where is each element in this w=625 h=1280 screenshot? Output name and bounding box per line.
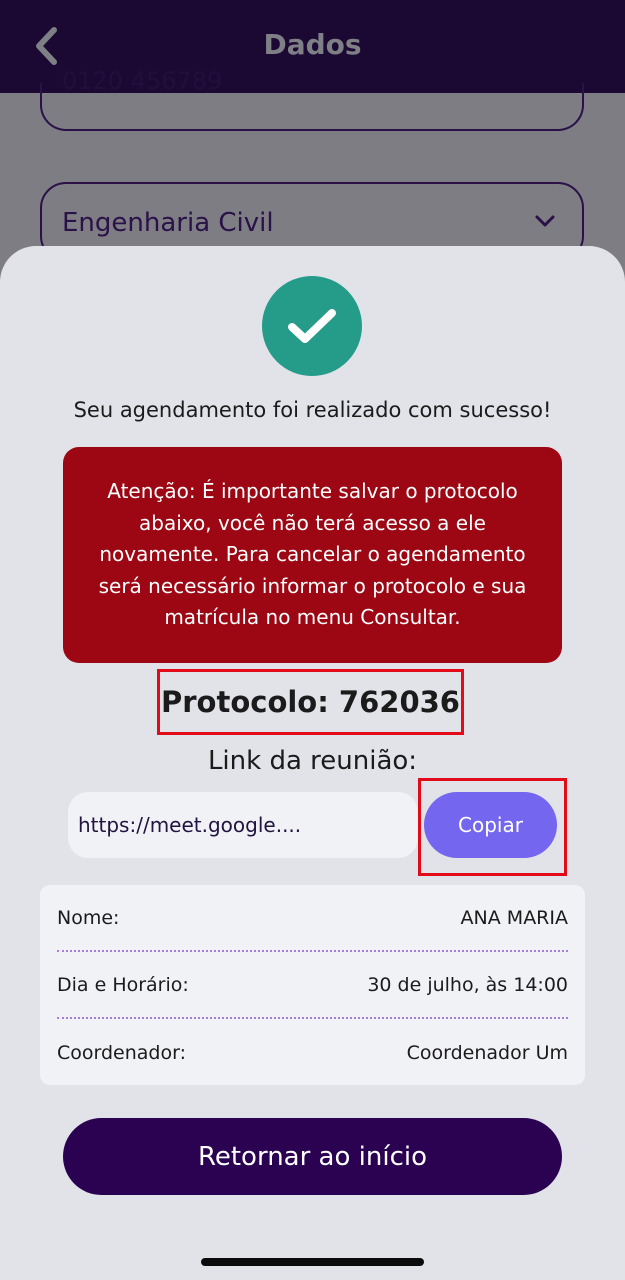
detail-row-datetime: Dia e Horário: 30 de julho, às 14:00 [57, 952, 568, 1019]
protocol-highlight: Protocolo: 762036 [157, 669, 464, 735]
return-home-label: Retornar ao início [197, 1141, 428, 1172]
protocol-number: Protocolo: 762036 [160, 685, 460, 719]
phone-field: 0120 456789 [40, 67, 584, 131]
return-home-button[interactable]: Retornar ao início [63, 1118, 562, 1195]
detail-label: Dia e Horário: [57, 973, 189, 996]
detail-row-name: Nome: ANA MARIA [57, 885, 568, 952]
success-bottom-sheet: Seu agendamento foi realizado com sucess… [0, 246, 625, 1280]
check-icon [288, 309, 336, 343]
copy-link-button[interactable]: Copiar [424, 792, 557, 858]
phone-field-value: 0120 456789 [62, 67, 223, 95]
meeting-link-field[interactable]: https://meet.google.... [68, 792, 418, 858]
detail-value: 30 de julho, às 14:00 [367, 973, 568, 996]
warning-alert: Atenção: É importante salvar o protocolo… [63, 447, 562, 663]
home-indicator[interactable] [201, 1258, 424, 1266]
page-title: Dados [263, 28, 362, 61]
meeting-link-value: https://meet.google.... [78, 813, 302, 837]
course-select-value: Engenharia Civil [62, 208, 274, 238]
detail-value: ANA MARIA [460, 906, 568, 929]
detail-row-coordinator: Coordenador: Coordenador Um [57, 1019, 568, 1086]
detail-label: Nome: [57, 906, 120, 929]
appointment-details-card: Nome: ANA MARIA Dia e Horário: 30 de jul… [40, 885, 585, 1085]
detail-label: Coordenador: [57, 1041, 186, 1064]
chevron-down-icon [535, 215, 555, 227]
success-message: Seu agendamento foi realizado com sucess… [73, 398, 552, 422]
detail-value: Coordenador Um [406, 1041, 568, 1064]
check-circle-icon [262, 276, 362, 376]
meeting-link-label: Link da reunião: [207, 746, 418, 776]
copy-link-label: Copiar [458, 813, 523, 837]
warning-alert-text: Atenção: É importante salvar o protocolo… [98, 479, 527, 630]
